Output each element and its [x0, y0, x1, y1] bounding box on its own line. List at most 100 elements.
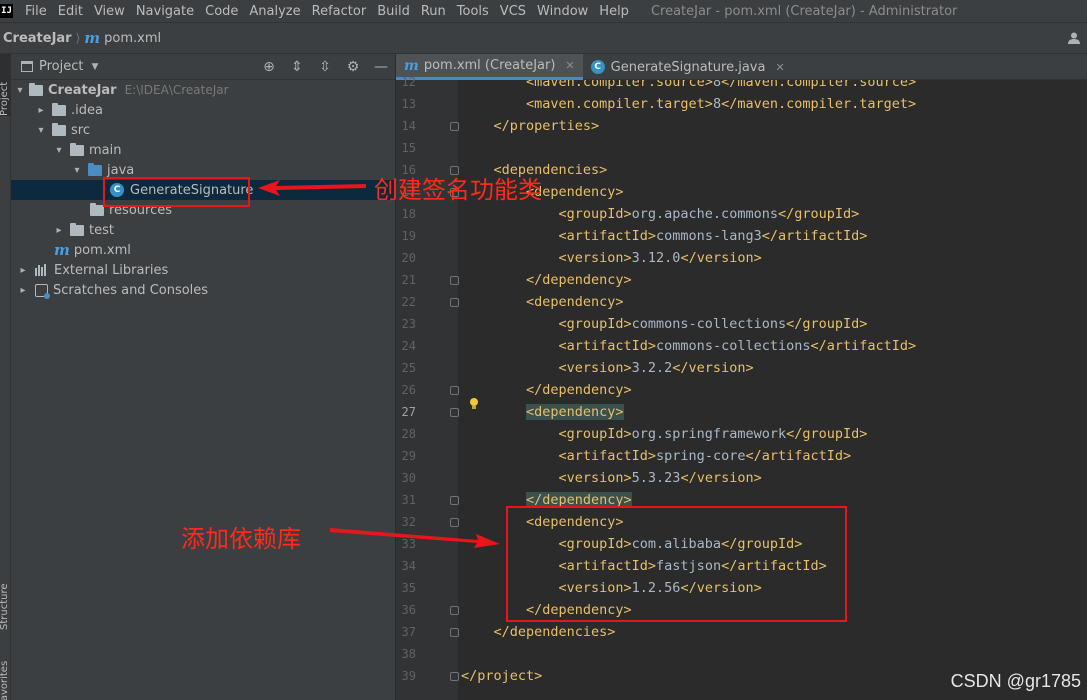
menu-view[interactable]: View [94, 4, 125, 19]
code-line[interactable]: <artifactId>spring-core</artifactId> [559, 445, 852, 467]
menu-navigate[interactable]: Navigate [136, 4, 194, 19]
menu-window[interactable]: Window [537, 4, 588, 19]
line-number: 26 [401, 383, 416, 397]
chevron-right-icon[interactable]: ▸ [36, 105, 46, 116]
code-line[interactable]: <dependency> [526, 291, 624, 313]
java-class-icon: C [590, 60, 605, 74]
tree-item-createjar[interactable]: ▾ CreateJar E:\IDEA\CreateJar [11, 80, 395, 100]
editor-tab-bar: m pom.xml (CreateJar) ✕ C GenerateSignat… [396, 54, 1087, 80]
code-line[interactable]: <version>3.2.2</version> [559, 357, 754, 379]
tree-item-scratches[interactable]: ▸ Scratches and Consoles [11, 280, 395, 300]
tree-item-pom[interactable]: m pom.xml [11, 240, 395, 260]
maven-file-icon: m [404, 57, 419, 74]
code-line[interactable]: </properties> [494, 115, 600, 137]
tab-pom-xml[interactable]: m pom.xml (CreateJar) ✕ [396, 54, 583, 80]
xml-tag: </groupId> [786, 316, 868, 332]
folder-icon [52, 122, 66, 136]
code-line[interactable]: <version>3.12.0</version> [559, 247, 762, 269]
code-line[interactable]: <maven.compiler.source>8</maven.compiler… [526, 80, 916, 93]
tree-item-test[interactable]: ▸ test [11, 220, 395, 240]
folder-icon [29, 82, 43, 96]
tab-generatesignature-java[interactable]: C GenerateSignature.java ✕ [583, 54, 793, 80]
code-line[interactable]: </dependency> [526, 269, 632, 291]
chevron-down-icon[interactable]: ▾ [15, 85, 25, 96]
xml-tag: <version> [558, 360, 632, 376]
gear-icon[interactable]: ⚙ [345, 59, 361, 75]
code-line[interactable]: <dependency> [526, 401, 624, 423]
close-icon[interactable]: ✕ [775, 61, 784, 74]
locate-icon[interactable]: ⊕ [261, 59, 277, 75]
favorites-tool-tab[interactable]: Favorites [0, 646, 11, 700]
project-tool-tab[interactable]: Project [0, 54, 11, 116]
chevron-down-icon[interactable]: ▾ [54, 145, 64, 156]
code-line[interactable]: <groupId>commons-collections</groupId> [559, 313, 868, 335]
tree-item-main[interactable]: ▾ main [11, 140, 395, 160]
menu-file[interactable]: File [25, 4, 47, 19]
chevron-right-icon[interactable]: ▸ [18, 285, 28, 296]
tree-item-label: External Libraries [54, 262, 169, 278]
line-number: 30 [401, 471, 416, 485]
code-line[interactable]: </dependencies> [494, 621, 616, 643]
xml-tag: <groupId> [558, 316, 632, 332]
close-icon[interactable]: ✕ [565, 59, 574, 72]
user-icon[interactable] [1067, 31, 1081, 45]
menu-run[interactable]: Run [421, 4, 446, 19]
xml-tag: <groupId> [558, 426, 632, 442]
menu-vcs[interactable]: VCS [500, 4, 526, 19]
code-line[interactable]: <maven.compiler.target>8</maven.compiler… [526, 93, 916, 115]
menu-code[interactable]: Code [205, 4, 238, 19]
maven-file-icon: m [84, 29, 101, 47]
project-panel: Project ▼ ⊕ ⇕ ⇳ ⚙ — ▾ CreateJar E:\IDEA\… [11, 54, 396, 700]
xml-text: 5.3.23 [631, 470, 681, 486]
menu-edit[interactable]: Edit [58, 4, 83, 19]
tree-item-external-libraries[interactable]: ▸ External Libraries [11, 260, 395, 280]
menu-build[interactable]: Build [377, 4, 410, 19]
tree-item-src[interactable]: ▾ src [11, 120, 395, 140]
tree-item-idea[interactable]: ▸ .idea [11, 100, 395, 120]
expand-all-icon[interactable]: ⇕ [289, 59, 305, 75]
code-line[interactable]: <version>5.3.23</version> [559, 467, 762, 489]
menu-refactor[interactable]: Refactor [312, 4, 367, 19]
arrow-icon [330, 528, 500, 548]
watermark: CSDN @gr1785 [950, 671, 1081, 691]
line-number: 37 [401, 625, 416, 639]
highlight-box-dependency [506, 506, 847, 622]
xml-tag: </maven.compiler.target> [721, 96, 917, 112]
line-number: 25 [401, 361, 416, 375]
line-number: 39 [401, 669, 416, 683]
minimize-icon[interactable]: — [373, 59, 389, 75]
tree-item-label: java [107, 162, 135, 178]
xml-tag: <maven.compiler.source> [526, 80, 713, 90]
code-line[interactable]: </project> [461, 665, 542, 687]
menu-help[interactable]: Help [599, 4, 629, 19]
menu-analyze[interactable]: Analyze [249, 4, 300, 19]
chevron-down-icon[interactable]: ▾ [72, 165, 82, 176]
breadcrumb-project[interactable]: CreateJar [3, 31, 72, 46]
line-number: 15 [401, 141, 416, 155]
chevron-down-icon[interactable]: ▾ [36, 125, 46, 136]
structure-tool-tab[interactable]: Structure [0, 560, 11, 630]
line-number: 23 [401, 317, 416, 331]
xml-tag: </artifactId> [810, 338, 917, 354]
tree-item-label: .idea [71, 102, 103, 118]
project-panel-title[interactable]: Project [39, 59, 83, 74]
xml-tag: </dependency> [526, 272, 632, 288]
collapse-all-icon[interactable]: ⇳ [317, 59, 333, 75]
folder-icon [70, 222, 84, 236]
chevron-down-icon[interactable]: ▼ [91, 62, 98, 72]
folder-icon [52, 102, 66, 116]
code-line[interactable]: </dependency> [526, 379, 632, 401]
chevron-right-icon[interactable]: ▸ [54, 225, 64, 236]
code-line[interactable]: <groupId>org.apache.commons</groupId> [559, 203, 860, 225]
code-line[interactable]: <groupId>org.springframework</groupId> [559, 423, 868, 445]
xml-text: commons-collections [656, 338, 811, 354]
project-view-icon [21, 61, 33, 72]
chevron-right-icon[interactable]: ▸ [18, 265, 28, 276]
code-line[interactable]: <artifactId>commons-collections</artifac… [559, 335, 917, 357]
xml-tag: </project> [461, 668, 543, 684]
xml-tag: </version> [680, 470, 762, 486]
menu-tools[interactable]: Tools [457, 4, 489, 19]
lightbulb-icon[interactable] [469, 398, 479, 410]
breadcrumb-file[interactable]: pom.xml [104, 31, 161, 46]
code-line[interactable]: <artifactId>commons-lang3</artifactId> [559, 225, 868, 247]
